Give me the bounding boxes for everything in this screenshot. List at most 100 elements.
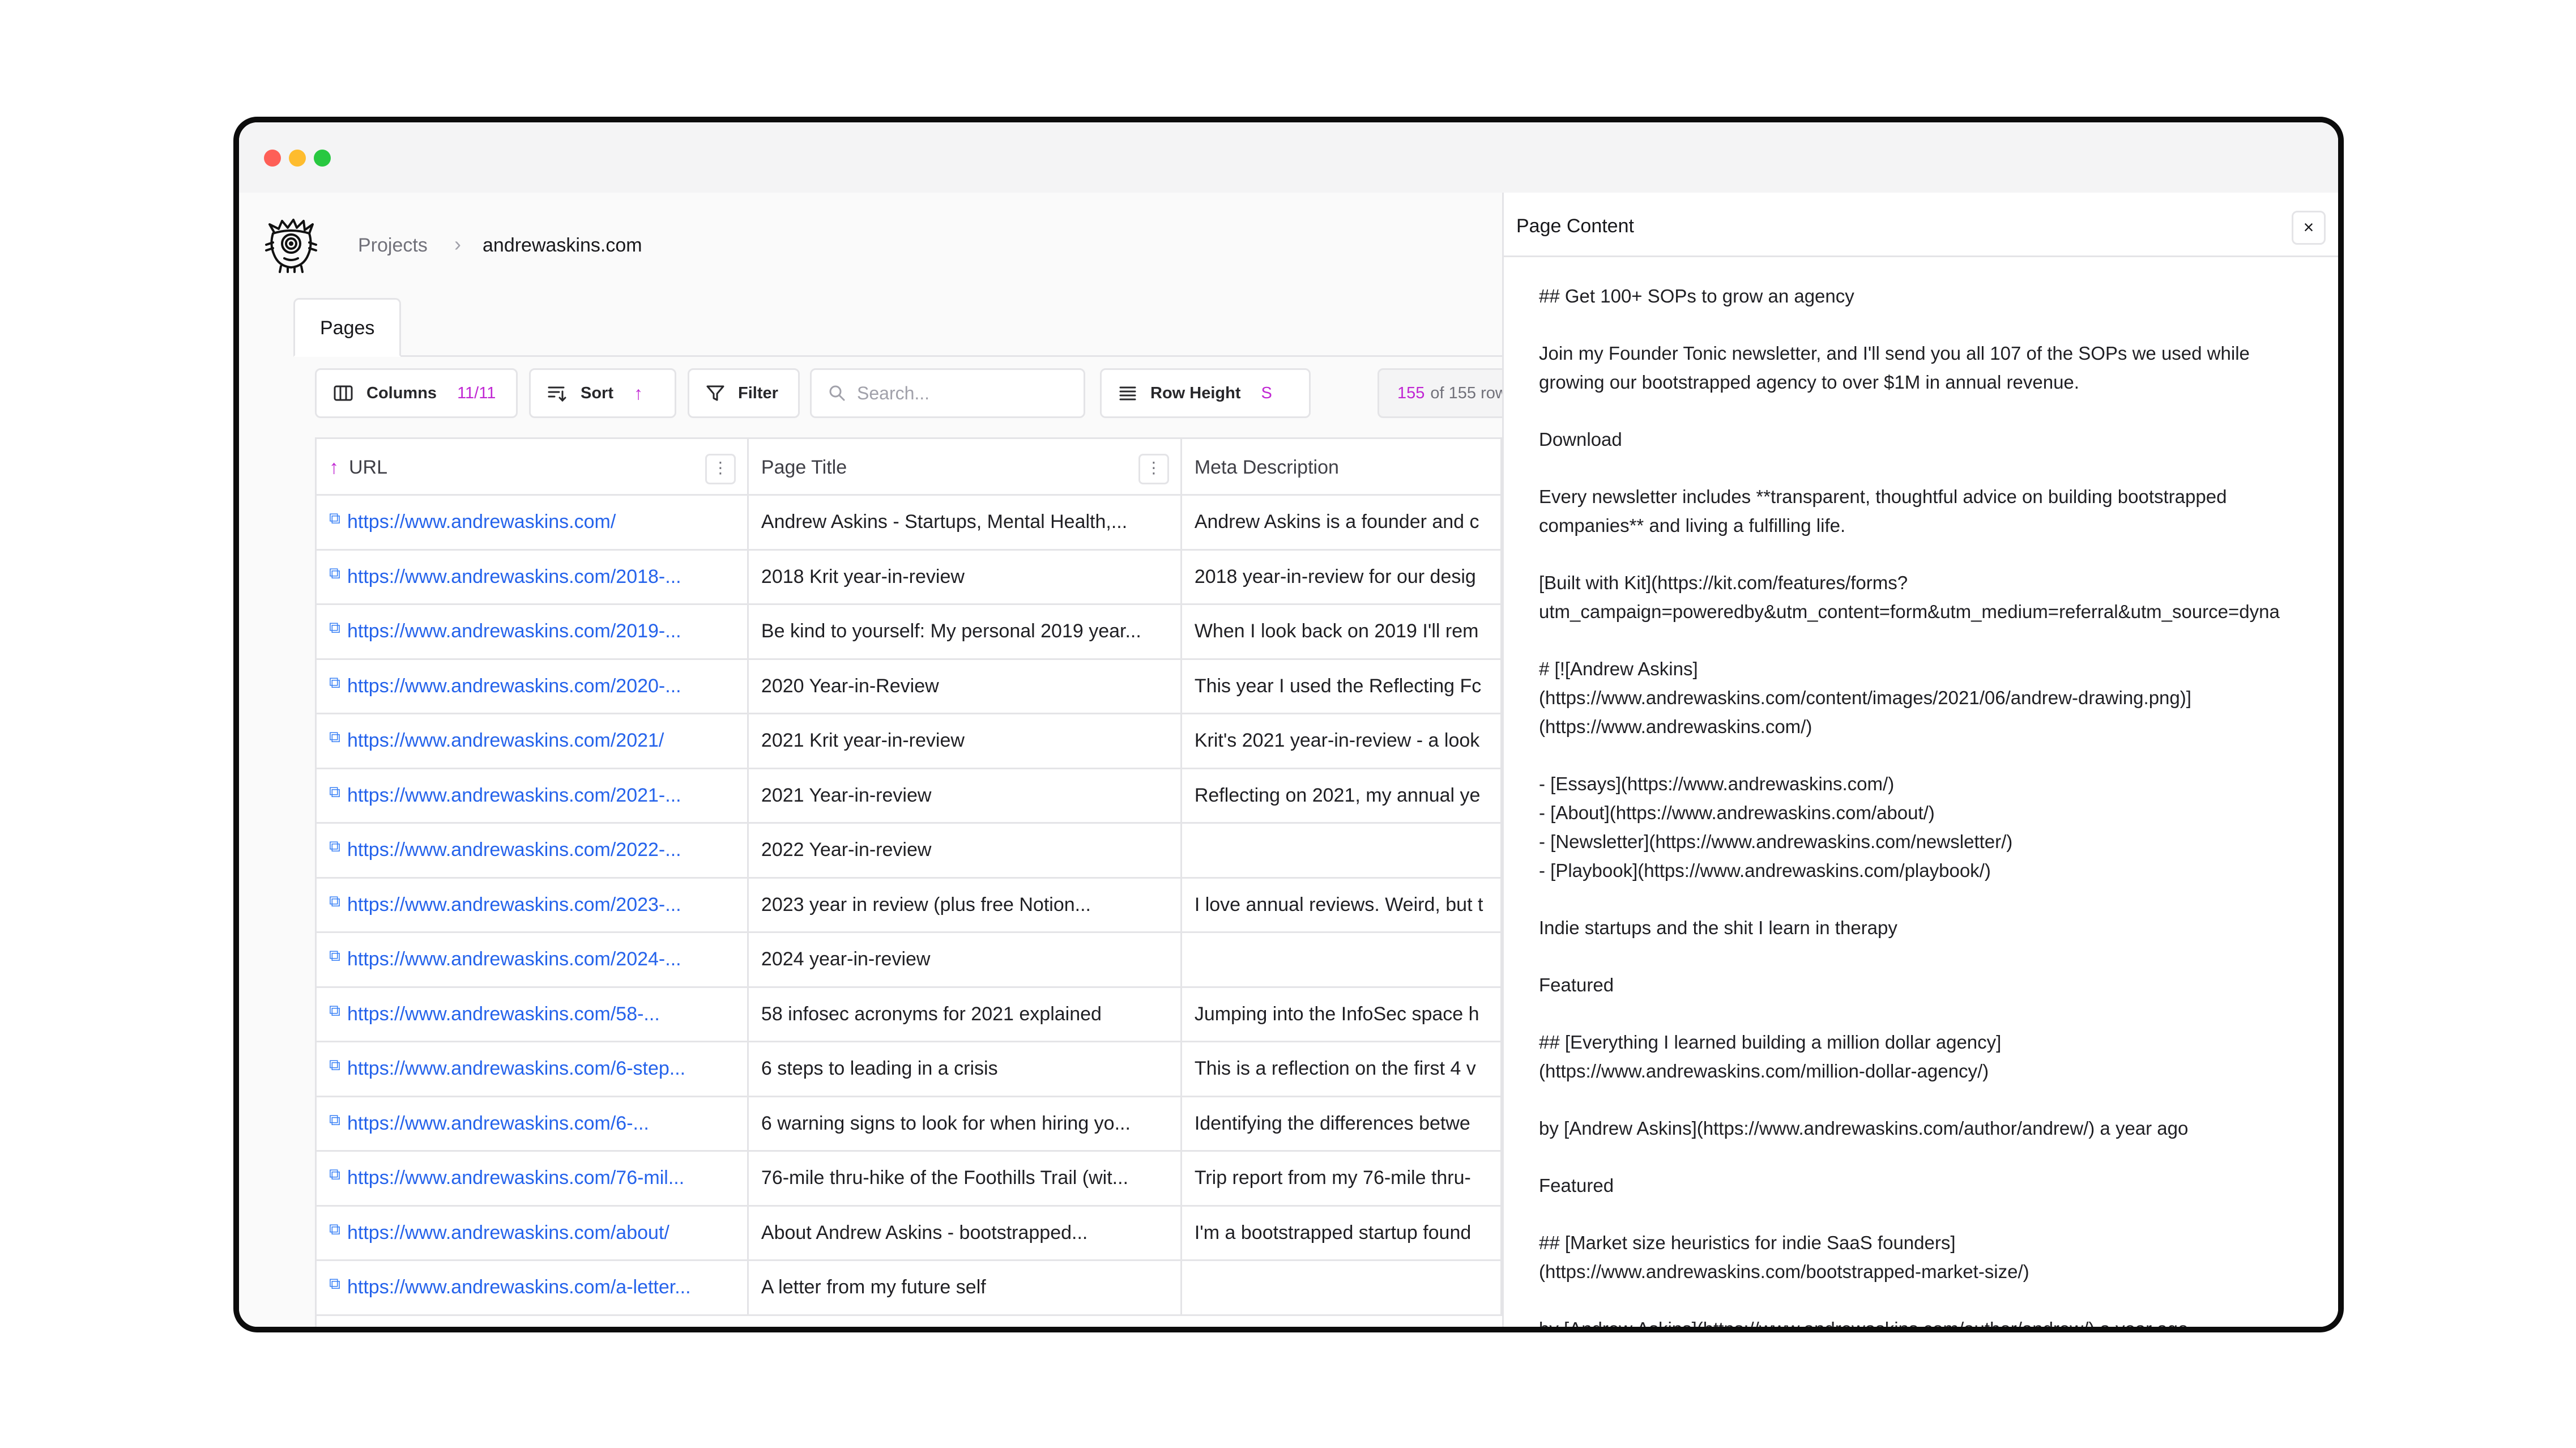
external-link-icon[interactable]: ⧉ [329,1002,340,1019]
url-link[interactable]: https://www.andrewaskins.com/a-letter... [347,1276,691,1298]
external-link-icon[interactable]: ⧉ [329,1056,340,1074]
table-row[interactable]: ⧉ https://www.andrewaskins.com/2020-... 20… [317,659,1502,714]
url-link[interactable]: https://www.andrewaskins.com/ [347,511,616,533]
page-title-cell[interactable]: Andrew Askins - Startups, Mental Health,… [749,496,1182,550]
url-link[interactable]: https://www.andrewaskins.com/58-... [347,1003,660,1025]
meta-description-cell[interactable]: Jumping into the InfoSec space h [1182,987,1502,1042]
external-link-icon[interactable]: ⧉ [329,892,340,910]
external-link-icon[interactable]: ⧉ [329,1275,340,1292]
table-row[interactable]: ⧉ https://www.andrewaskins.com/58-... 58 i… [317,987,1502,1042]
meta-description-cell[interactable]: This year I used the Reflecting Fc [1182,659,1502,714]
table-row[interactable]: ⧉ https://www.andrewaskins.com/2019-... Be… [317,605,1502,660]
external-link-icon[interactable]: ⧉ [329,674,340,691]
meta-description-cell[interactable] [1182,933,1502,987]
meta-description-cell[interactable]: Krit's 2021 year-in-review - a look [1182,714,1502,769]
page-title-cell[interactable]: 2020 Year-in-Review [749,659,1182,714]
monster-logo-icon[interactable] [262,215,321,274]
search-input[interactable] [857,382,1061,404]
table-row[interactable]: ⧉ https://www.andrewaskins.com/about/Abou… [317,1206,1502,1261]
column-menu-button[interactable]: ⋮ [1138,454,1169,484]
url-cell[interactable]: ⧉ https://www.andrewaskins.com/2021/ [317,714,749,769]
url-link[interactable]: https://www.andrewaskins.com/2023-... [347,894,681,915]
url-cell[interactable]: ⧉ https://www.andrewaskins.com/76-mil... [317,1152,749,1206]
table-row[interactable]: ⧉ https://www.andrewaskins.com/a-letter..… [317,1261,1502,1316]
table-row[interactable]: ⧉ https://www.andrewaskins.com/2022-... 20… [317,824,1502,879]
page-title-cell[interactable]: About Andrew Askins - bootstrapped... [749,1206,1182,1261]
table-row[interactable]: ⧉ https://www.andrewaskins.com/2018-... 20… [317,550,1502,605]
external-link-icon[interactable]: ⧉ [329,509,340,527]
table-row[interactable]: ⧉ https://www.andrewaskins.com/2023-... 20… [317,878,1502,933]
external-link-icon[interactable]: ⧉ [329,619,340,636]
meta-description-cell[interactable]: Reflecting on 2021, my annual ye [1182,769,1502,824]
page-title-cell[interactable]: 6 warning signs to look for when hiring … [749,1097,1182,1152]
url-link[interactable]: https://www.andrewaskins.com/2020-... [347,675,681,697]
filter-button[interactable]: Filter [688,368,800,418]
meta-description-cell[interactable]: Identifying the differences betwe [1182,1097,1502,1152]
meta-description-cell[interactable]: Trip report from my 76-mile thru- [1182,1152,1502,1206]
breadcrumb-projects-link[interactable]: Projects [358,235,428,257]
external-link-icon[interactable]: ⧉ [329,1220,340,1238]
url-link[interactable]: https://www.andrewaskins.com/2022-... [347,839,681,861]
meta-description-cell[interactable]: Andrew Askins is a founder and c [1182,496,1502,550]
url-cell[interactable]: ⧉ https://www.andrewaskins.com/ [317,496,749,550]
external-link-icon[interactable]: ⧉ [329,564,340,582]
close-panel-button[interactable]: × [2292,211,2326,245]
meta-description-cell[interactable]: 2018 year-in-review for our desig [1182,550,1502,605]
url-cell[interactable]: ⧉ https://www.andrewaskins.com/2018-... [317,550,749,605]
url-link[interactable]: https://www.andrewaskins.com/2018-... [347,566,681,587]
external-link-icon[interactable]: ⧉ [329,728,340,746]
page-title-cell[interactable]: 58 infosec acronyms for 2021 explained [749,987,1182,1042]
page-title-cell[interactable]: A letter from my future self [749,1261,1182,1315]
meta-description-cell[interactable]: I love annual reviews. Weird, but t [1182,878,1502,933]
url-link[interactable]: https://www.andrewaskins.com/2019-... [347,620,681,642]
row-height-button[interactable]: Row Height S [1100,368,1311,418]
table-row[interactable]: ⧉ https://www.andrewaskins.com/2024-... 20… [317,933,1502,988]
page-title-cell[interactable]: 2022 Year-in-review [749,824,1182,878]
tab-pages[interactable]: Pages [293,298,402,357]
url-link[interactable]: https://www.andrewaskins.com/6-step... [347,1058,685,1079]
meta-description-cell[interactable]: I'm a bootstrapped startup found [1182,1206,1502,1261]
table-row[interactable]: ⧉ https://www.andrewaskins.com/6-step... 6… [317,1042,1502,1097]
maximize-window-button[interactable] [314,150,331,167]
external-link-icon[interactable]: ⧉ [329,1165,340,1183]
page-title-cell[interactable]: Be kind to yourself: My personal 2019 ye… [749,605,1182,659]
columns-button[interactable]: Columns 11/11 [315,368,518,418]
url-link[interactable]: https://www.andrewaskins.com/6-... [347,1113,649,1134]
table-row[interactable]: ⧉ https://www.andrewaskins.com/6-... 6 war… [317,1097,1502,1152]
url-cell[interactable]: ⧉ https://www.andrewaskins.com/2020-... [317,659,749,714]
url-link[interactable]: https://www.andrewaskins.com/2024-... [347,948,681,970]
url-link[interactable]: https://www.andrewaskins.com/about/ [347,1222,669,1243]
url-cell[interactable]: ⧉ https://www.andrewaskins.com/6-... [317,1097,749,1152]
page-title-cell[interactable]: 2021 Year-in-review [749,769,1182,824]
external-link-icon[interactable]: ⧉ [329,837,340,855]
url-cell[interactable]: ⧉ https://www.andrewaskins.com/6-step... [317,1042,749,1097]
url-cell[interactable]: ⧉ https://www.andrewaskins.com/2021-... [317,769,749,824]
meta-description-cell[interactable]: This is a reflection on the first 4 v [1182,1042,1502,1097]
column-header-url[interactable]: ↑ URL ⋮ [317,439,749,496]
external-link-icon[interactable]: ⧉ [329,1111,340,1128]
url-link[interactable]: https://www.andrewaskins.com/2021-... [347,785,681,806]
meta-description-cell[interactable] [1182,824,1502,878]
table-row[interactable]: ⧉ https://www.andrewaskins.com/76-mil... 7… [317,1152,1502,1207]
url-link[interactable]: https://www.andrewaskins.com/76-mil... [347,1167,684,1189]
page-title-cell[interactable]: 2021 Krit year-in-review [749,714,1182,769]
meta-description-cell[interactable]: When I look back on 2019 I'll rem [1182,605,1502,659]
minimize-window-button[interactable] [289,150,306,167]
meta-description-cell[interactable] [1182,1261,1502,1315]
url-cell[interactable]: ⧉ https://www.andrewaskins.com/2022-... [317,824,749,878]
url-cell[interactable]: ⧉ https://www.andrewaskins.com/2024-... [317,933,749,987]
table-row[interactable]: ⧉ https://www.andrewaskins.com/Andrew Ask… [317,496,1502,551]
url-cell[interactable]: ⧉ https://www.andrewaskins.com/a-letter..… [317,1261,749,1315]
url-cell[interactable]: ⧉ https://www.andrewaskins.com/2019-... [317,605,749,659]
close-window-button[interactable] [264,150,281,167]
column-header-meta-description[interactable]: Meta Description [1182,439,1502,496]
table-row[interactable]: ⧉ https://www.andrewaskins.com/2021/2021 … [317,714,1502,769]
page-title-cell[interactable]: 76-mile thru-hike of the Foothills Trail… [749,1152,1182,1206]
sort-button[interactable]: Sort ↑ [529,368,676,418]
table-row[interactable]: ⧉ https://www.andrewaskins.com/2021-... 20… [317,769,1502,824]
url-cell[interactable]: ⧉ https://www.andrewaskins.com/58-... [317,987,749,1042]
url-cell[interactable]: ⧉ https://www.andrewaskins.com/2023-... [317,878,749,933]
url-link[interactable]: https://www.andrewaskins.com/2021/ [347,730,664,751]
search-box[interactable] [810,368,1085,418]
external-link-icon[interactable]: ⧉ [329,947,340,964]
